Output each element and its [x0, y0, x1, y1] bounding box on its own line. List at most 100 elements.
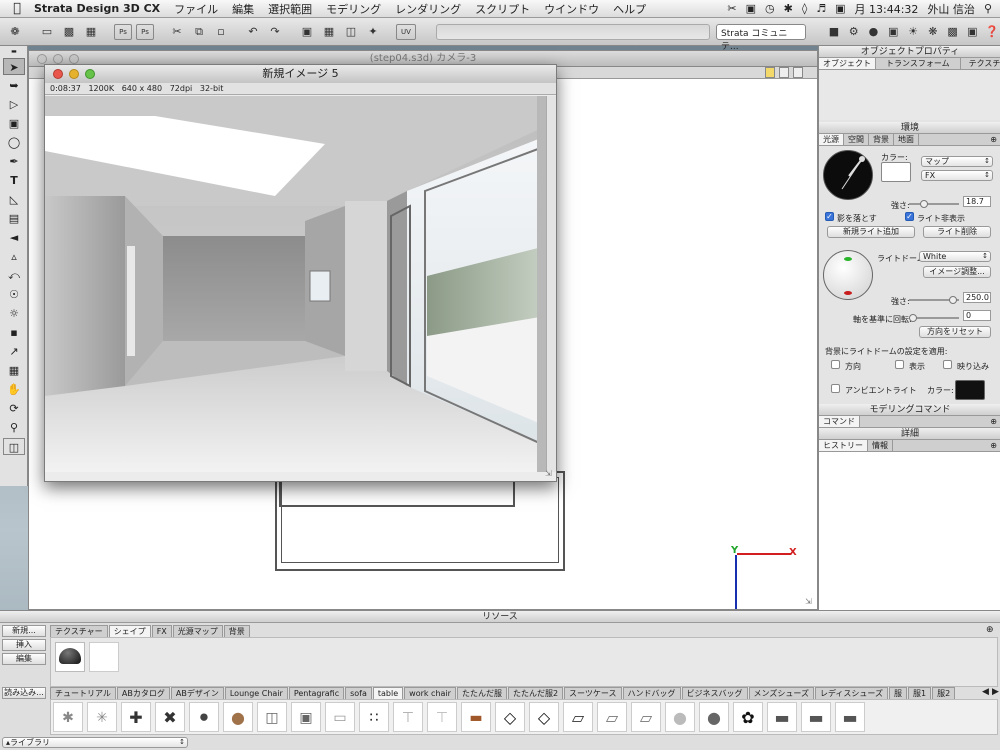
render-window[interactable]: 新規イメージ 5 0:08:37 1200K 640 x 480 72dpi 3… [44, 64, 557, 482]
strength2-field[interactable]: 250.0 [963, 292, 991, 303]
path-tool-icon[interactable]: ⤺ [3, 267, 25, 284]
history-list[interactable] [819, 452, 1000, 610]
extrude-tool-icon[interactable]: ▤ [3, 210, 25, 227]
lib-tab-ab-design[interactable]: ABデザイン [170, 687, 224, 699]
spotlight-tool-icon[interactable]: ☼ [3, 305, 25, 322]
lib-tab-suitcase[interactable]: スーツケース [564, 687, 622, 699]
clock[interactable]: 月 13:44:32 [855, 1, 919, 17]
lib-item-14[interactable]: ◇ [495, 702, 525, 732]
cut-icon[interactable]: ✂ [168, 24, 186, 40]
tab-transform[interactable]: トランスフォーム [876, 58, 961, 69]
render-minimize-button[interactable] [69, 69, 79, 79]
help-icon[interactable]: ❓ [984, 24, 1000, 40]
clipboard-icon[interactable]: ▣ [964, 24, 980, 40]
render-scrollbar[interactable] [546, 96, 556, 472]
modeling-minimize-button[interactable] [53, 54, 63, 64]
add-light-button[interactable]: 新規ライト追加 [827, 226, 915, 238]
lib-tab-clothes[interactable]: 服 [889, 687, 907, 699]
lib-tab-table[interactable]: table [372, 687, 404, 699]
lib-item-1[interactable]: ✱ [53, 702, 83, 732]
apple-menu-icon[interactable]:  [0, 1, 34, 16]
lib-item-10[interactable]: ∷ [359, 702, 389, 732]
lathe-tool-icon[interactable]: ◺ [3, 191, 25, 208]
lib-tab-folded-clothes[interactable]: たたんだ服 [456, 687, 507, 699]
lib-tab-lounge-chair[interactable]: Lounge Chair [224, 687, 288, 699]
modeling-zoom-button[interactable] [69, 54, 79, 64]
cmd-add-icon[interactable]: ⊕ [986, 416, 1000, 427]
rotate-field[interactable]: 0 [963, 310, 991, 321]
lib-tab-clothes-2[interactable]: 服2 [932, 687, 956, 699]
tab-textures[interactable]: テクスチャー [50, 625, 108, 637]
display-icon[interactable]: ▣ [746, 2, 756, 15]
lib-item-24[interactable]: ▬ [835, 702, 865, 732]
dome-dropdown[interactable]: White [919, 251, 991, 262]
lib-tab-handbag[interactable]: ハンドバッグ [622, 687, 681, 699]
tab-backgrounds[interactable]: 背景 [223, 625, 250, 637]
menu-help[interactable]: ヘルプ [613, 1, 646, 17]
menu-selection[interactable]: 選択範囲 [268, 1, 312, 17]
lib-tab-work-chair[interactable]: work chair [404, 687, 456, 699]
sun-icon[interactable]: ☀ [905, 24, 921, 40]
view-split-icon[interactable] [793, 67, 803, 78]
wifi-icon[interactable]: ◊ [802, 2, 807, 15]
shape-thumb-dome[interactable] [55, 642, 85, 672]
lib-item-15[interactable]: ◇ [529, 702, 559, 732]
time-machine-icon[interactable]: ◷ [765, 2, 775, 15]
lib-tab-clothes-1[interactable]: 服1 [908, 687, 932, 699]
group-icon[interactable]: ▣ [298, 24, 316, 40]
library-dropdown[interactable]: ▴ライブラリ [2, 737, 188, 748]
menu-edit[interactable]: 編集 [232, 1, 254, 17]
strength2-slider[interactable] [909, 296, 959, 304]
open-folder-icon[interactable]: ▩ [60, 24, 78, 40]
lib-tab-mens-shoes[interactable]: メンズシューズ [748, 687, 814, 699]
arrow-tool-icon[interactable]: ➤ [3, 58, 25, 75]
sweep-tool-icon[interactable]: ◄ [3, 229, 25, 246]
tab-ground[interactable]: 地面 [894, 134, 919, 145]
lib-item-21[interactable]: ✿ [733, 702, 763, 732]
edit-resource-button[interactable]: 編集 [2, 653, 46, 665]
box-icon[interactable]: ▣ [885, 24, 901, 40]
modeling-close-button[interactable] [37, 54, 47, 64]
lib-item-12[interactable]: ⊤ [427, 702, 457, 732]
load-library-button[interactable]: 読み込み... [2, 687, 46, 699]
uv-icon[interactable]: UV [396, 23, 416, 40]
lib-tab-sofa[interactable]: sofa [345, 687, 372, 699]
sphere-icon[interactable]: ● [866, 24, 882, 40]
library-scroll-left-icon[interactable]: ◀ [982, 687, 989, 697]
lib-item-18[interactable]: ▱ [631, 702, 661, 732]
palette-icon[interactable]: ❋ [925, 24, 941, 40]
lib-item-16[interactable]: ▱ [563, 702, 593, 732]
spotlight-icon[interactable]: ⚲ [984, 2, 992, 15]
lib-item-9[interactable]: ▭ [325, 702, 355, 732]
measure-tool-icon[interactable]: ↗ [3, 343, 25, 360]
hand-tool-icon[interactable]: ✋ [3, 381, 25, 398]
lib-item-23[interactable]: ▬ [801, 702, 831, 732]
menu-window[interactable]: ウインドウ [544, 1, 599, 17]
save-icon[interactable]: ▦ [82, 24, 100, 40]
rotate-slider[interactable] [909, 314, 959, 322]
tab-lightmaps[interactable]: 光源マップ [172, 625, 223, 637]
photoshop-export-icon[interactable]: Ps [114, 23, 132, 40]
subselect-tool-icon[interactable]: ➥ [3, 77, 25, 94]
resource-tabs-add-icon[interactable]: ⊕ [986, 625, 994, 635]
lib-tab-ab-catalog[interactable]: ABカタログ [116, 687, 170, 699]
lib-tab-folded-clothes-2[interactable]: たたんだ服2 [507, 687, 564, 699]
tab-info[interactable]: 情報 [868, 440, 893, 451]
fx-dropdown[interactable]: FX [921, 170, 993, 181]
scissors-menu-icon[interactable]: ✂ [727, 2, 736, 15]
lib-item-3[interactable]: ✚ [121, 702, 151, 732]
new-resource-button[interactable]: 新規... [2, 625, 46, 637]
tab-command[interactable]: コマンド [819, 416, 860, 427]
group-select-tool-icon[interactable]: ▷ [3, 96, 25, 113]
tab-light[interactable]: 光源 [819, 134, 844, 145]
rotate-slider-knob[interactable] [909, 314, 917, 322]
image-adjust-button[interactable]: イメージ調整... [923, 266, 991, 278]
menu-script[interactable]: スクリプト [475, 1, 530, 17]
render-close-button[interactable] [53, 69, 63, 79]
view-mode-icon[interactable] [765, 67, 775, 78]
ungroup-icon[interactable]: ▦ [320, 24, 338, 40]
menu-rendering[interactable]: レンダリング [395, 1, 461, 17]
shadow-checkbox[interactable]: ✓ [825, 212, 834, 221]
input-method-icon[interactable]: ▣ [835, 2, 845, 15]
grid-tool-icon[interactable]: ▦ [3, 362, 25, 379]
